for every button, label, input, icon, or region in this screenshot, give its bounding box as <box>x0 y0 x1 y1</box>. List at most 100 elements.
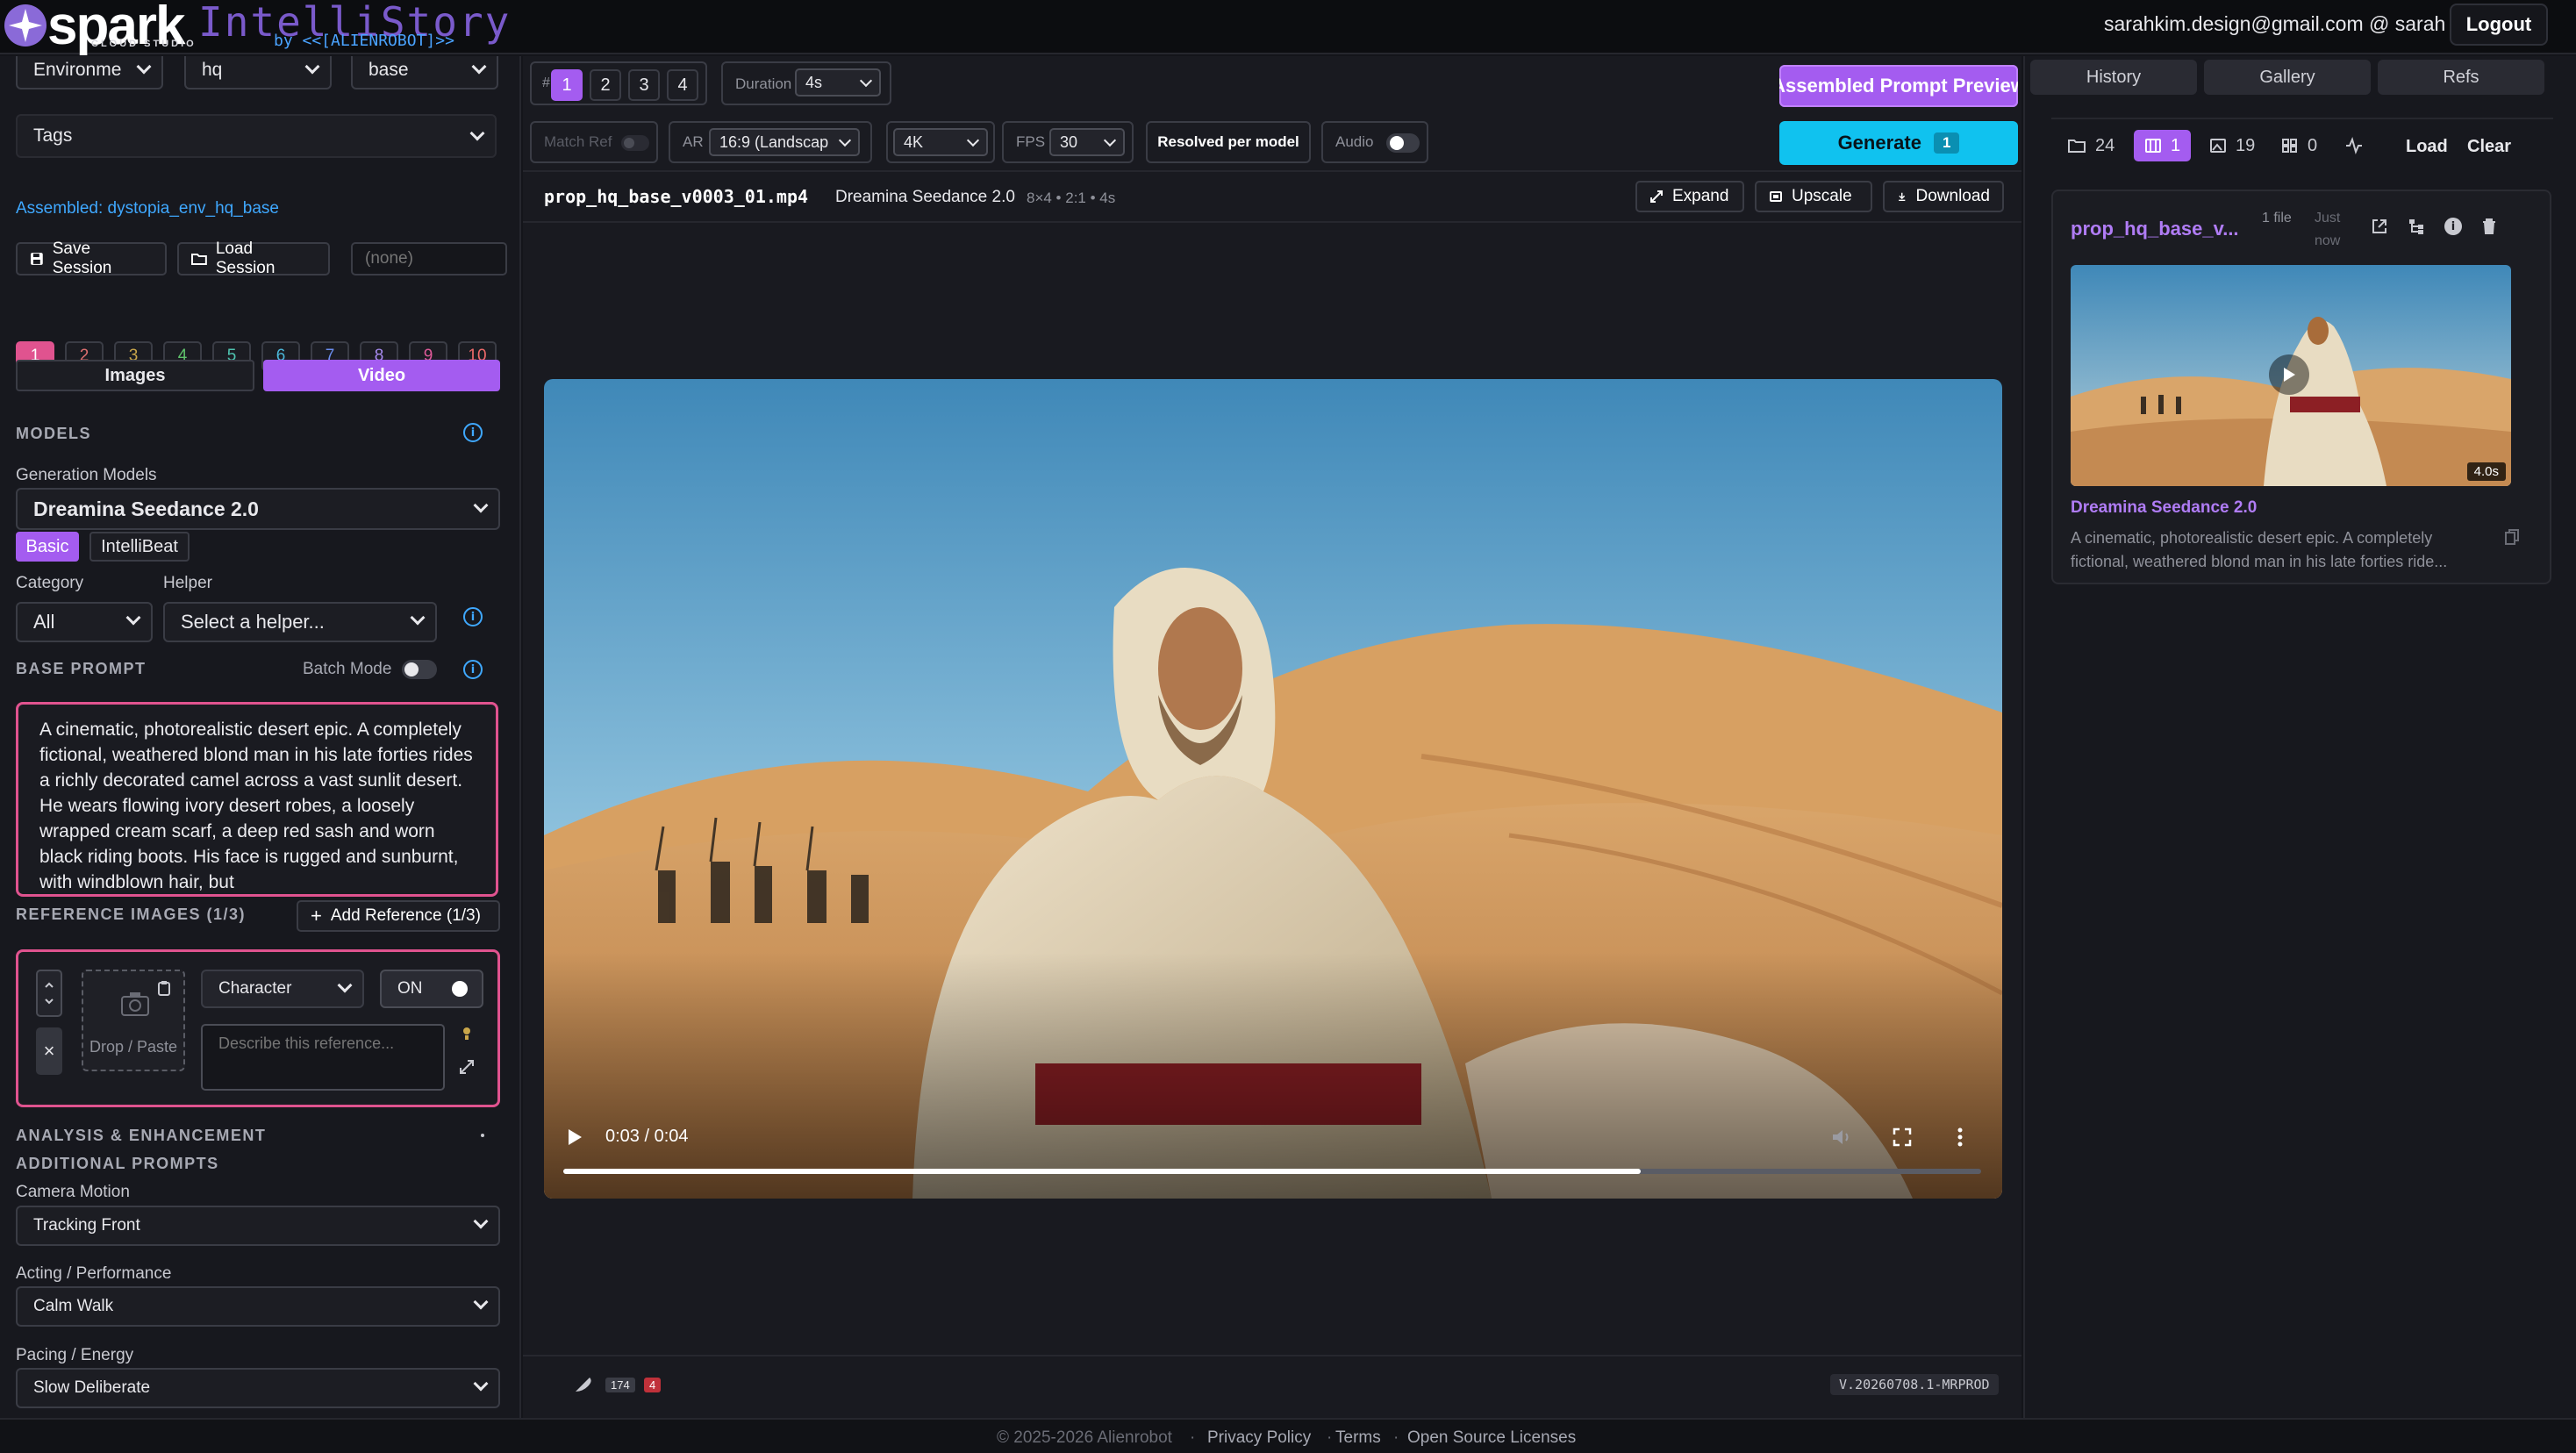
generation-model-select[interactable]: Dreamina Seedance 2.0 <box>16 488 500 530</box>
more-options-icon[interactable] <box>1955 1127 1965 1148</box>
activity-icon[interactable] <box>2344 137 2364 154</box>
divider <box>2051 118 2553 119</box>
expand-arrows-icon[interactable] <box>459 1059 475 1075</box>
reference-on-toggle[interactable]: ON <box>380 970 483 1008</box>
tab-images[interactable]: Images <box>16 360 254 391</box>
save-session-button[interactable]: Save Session <box>16 240 167 277</box>
aspect-ratio-select[interactable]: 16:9 (Landscap <box>709 128 860 156</box>
models-info-icon[interactable]: i <box>463 423 483 442</box>
copy-icon[interactable] <box>2504 528 2520 546</box>
open-external-icon[interactable] <box>2371 218 2388 235</box>
toggle-knob <box>624 138 634 148</box>
tab-gallery[interactable]: Gallery <box>2204 60 2371 95</box>
assembled-prompt-preview-button[interactable]: Assembled Prompt Preview <box>1779 65 2018 107</box>
variant-select-value: base <box>369 60 409 80</box>
environment-select[interactable]: Environme <box>16 56 163 89</box>
count-hash-label: # <box>542 75 550 90</box>
fullscreen-icon[interactable] <box>1892 1127 1913 1148</box>
load-session-button[interactable]: Load Session <box>177 240 330 277</box>
camera-motion-select[interactable]: Tracking Front <box>16 1206 500 1246</box>
collapse-dot-icon[interactable] <box>481 1134 484 1137</box>
quality-select-value: hq <box>202 60 223 80</box>
footer-link-licenses[interactable]: Open Source Licenses <box>1407 1428 1576 1448</box>
video-player[interactable]: 0:03 / 0:04 <box>544 379 2002 1199</box>
audio-toggle[interactable] <box>1386 133 1420 153</box>
history-thumbnail[interactable]: 4.0s <box>2071 265 2511 486</box>
helper-info-icon[interactable]: i <box>463 607 483 626</box>
session-name-input[interactable] <box>351 242 507 276</box>
video-model-name: Dreamina Seedance 2.0 <box>835 188 1015 206</box>
resolution-select[interactable]: 4K <box>893 128 988 156</box>
chevron-down-icon <box>473 497 489 513</box>
volume-icon[interactable] <box>1830 1127 1853 1148</box>
reference-drop-zone[interactable]: Drop / Paste <box>82 970 185 1071</box>
clear-history-button[interactable]: Clear <box>2467 137 2511 157</box>
base-prompt-textarea[interactable]: A cinematic, photorealistic desert epic.… <box>16 702 498 897</box>
fps-select[interactable]: 30 <box>1049 128 1125 156</box>
category-select[interactable]: All <box>16 602 153 642</box>
video-progress-track[interactable] <box>563 1169 1981 1174</box>
tree-icon[interactable] <box>2408 218 2425 235</box>
footer-link-privacy[interactable]: Privacy Policy <box>1207 1428 1311 1448</box>
duration-select[interactable]: 4s <box>795 68 881 97</box>
subtab-intellibeat[interactable]: IntelliBeat <box>89 532 190 562</box>
tab-history[interactable]: History <box>2030 60 2197 95</box>
download-button[interactable]: Download <box>1883 181 2004 212</box>
tab-refs[interactable]: Refs <box>2378 60 2544 95</box>
upscale-icon <box>1770 191 1782 202</box>
count-button-2[interactable]: 2 <box>590 69 621 101</box>
environment-select-value: Environme <box>33 60 122 80</box>
count-button-1[interactable]: 1 <box>551 69 583 101</box>
images-count-value: 19 <box>2236 135 2256 155</box>
batch-mode-toggle[interactable] <box>402 660 437 679</box>
trash-icon[interactable] <box>2481 218 2497 235</box>
history-card[interactable]: prop_hq_base_v... 1 file Just now i 4.0s… <box>2051 190 2551 584</box>
videos-count[interactable]: 1 <box>2134 130 2192 161</box>
divider <box>523 170 2021 172</box>
reference-description-input[interactable] <box>201 1024 445 1091</box>
remove-reference-button[interactable]: × <box>36 1027 62 1075</box>
reference-reorder-handle[interactable] <box>36 970 62 1017</box>
pacing-select[interactable]: Slow Deliberate <box>16 1368 500 1408</box>
match-ref-toggle[interactable] <box>621 135 649 151</box>
acting-select[interactable]: Calm Walk <box>16 1286 500 1327</box>
video-progress-fill <box>563 1169 1642 1174</box>
folder-icon <box>2068 140 2086 153</box>
add-reference-button[interactable]: + Add Reference (1/3) <box>297 900 500 932</box>
folders-count[interactable]: 24 <box>2067 130 2114 161</box>
play-icon[interactable] <box>565 1127 584 1148</box>
helper-select[interactable]: Select a helper... <box>163 602 437 642</box>
count-button-4[interactable]: 4 <box>667 69 698 101</box>
quality-select[interactable]: hq <box>184 56 332 89</box>
category-value: All <box>33 611 55 633</box>
clipboard-icon <box>158 981 170 996</box>
audio-label: Audio <box>1335 133 1374 150</box>
count-button-3[interactable]: 3 <box>628 69 660 101</box>
upscale-button[interactable]: Upscale <box>1755 181 1872 212</box>
images-count[interactable]: 19 <box>2209 130 2255 161</box>
status-count-badge: 174 <box>605 1378 635 1392</box>
grid-count-value: 0 <box>2308 135 2318 155</box>
duration-group: Duration 4s <box>721 61 891 105</box>
product-by: by <<[ALIENROBOT]>> <box>274 32 454 50</box>
play-overlay-button[interactable] <box>2269 354 2309 395</box>
reference-type-select[interactable]: Character <box>201 970 364 1008</box>
variant-select[interactable]: base <box>351 56 498 89</box>
expand-button[interactable]: Expand <box>1635 181 1744 212</box>
reference-type-value: Character <box>218 979 292 998</box>
info-icon[interactable]: i <box>2444 218 2462 235</box>
base-prompt-info-icon[interactable]: i <box>463 660 483 679</box>
folders-count-value: 24 <box>2095 135 2115 155</box>
feather-icon[interactable] <box>572 1372 595 1395</box>
generate-button[interactable]: Generate 1 <box>1779 121 2018 165</box>
load-history-button[interactable]: Load <box>2406 137 2448 157</box>
footer-link-terms[interactable]: Terms <box>1335 1428 1381 1448</box>
tags-dropdown[interactable]: Tags <box>16 114 497 158</box>
image-icon <box>2210 139 2226 153</box>
tab-video[interactable]: Video <box>263 360 500 391</box>
chevron-down-icon <box>1103 133 1117 147</box>
lightbulb-icon[interactable] <box>461 1026 473 1041</box>
logout-button[interactable]: Logout <box>2450 4 2548 46</box>
subtab-basic[interactable]: Basic <box>16 532 79 562</box>
grid-count[interactable]: 0 <box>2281 130 2317 161</box>
